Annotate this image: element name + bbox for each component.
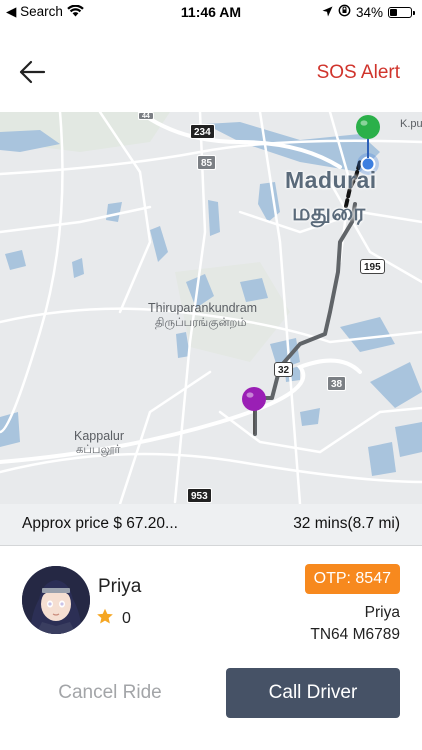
header: SOS Alert	[0, 26, 422, 112]
route-map[interactable]: K.pu Madurai மதுரை Thiruparankundram திர…	[0, 112, 422, 504]
rating-value: 0	[122, 610, 131, 627]
driver-avatar[interactable]	[22, 566, 90, 634]
route-shield: 85	[197, 155, 217, 170]
map-place-label: Kappalur	[74, 429, 125, 443]
map-place-label-tamil: திருப்பரங்குன்றம்	[155, 317, 247, 329]
call-driver-button[interactable]: Call Driver	[226, 668, 400, 718]
sos-alert-button[interactable]: SOS Alert	[317, 62, 400, 84]
map-city-label: Madurai	[285, 167, 377, 193]
location-arrow-icon	[322, 5, 333, 20]
route-shield: 32	[274, 362, 294, 377]
status-bar: ◀ Search 11:46 AM 34%	[0, 0, 422, 26]
driver-rating: 0	[96, 608, 131, 630]
route-shield: 44	[138, 112, 154, 120]
driver-name: Priya	[98, 576, 142, 597]
battery-icon	[388, 6, 415, 18]
map-label-kpu: K.pu	[400, 118, 422, 130]
arrow-left-icon[interactable]	[18, 60, 50, 86]
pickup-pin-icon[interactable]	[355, 114, 381, 144]
driver-card: Priya 0 OTP: 8547 Priya TN64 M6789	[0, 546, 422, 656]
star-icon	[96, 608, 114, 630]
battery-percent: 34%	[355, 4, 383, 20]
cancel-ride-button[interactable]: Cancel Ride	[22, 668, 198, 718]
trip-summary-bar: Approx price $ 67.20... 32 mins(8.7 mi)	[0, 504, 422, 546]
vehicle-plate: TN64 M6789	[310, 626, 400, 643]
drop-pin-icon[interactable]	[241, 386, 267, 436]
ride-actions: Cancel Ride Call Driver	[0, 656, 422, 750]
orientation-lock-icon	[338, 4, 351, 20]
route-shield: 234	[190, 124, 215, 139]
map-city-label-tamil: மதுரை	[292, 199, 366, 225]
trip-eta-distance: 32 mins(8.7 mi)	[293, 515, 400, 532]
vehicle-owner-name: Priya	[364, 604, 400, 621]
map-place-label: Thiruparankundram	[148, 301, 258, 315]
otp-badge: OTP: 8547	[304, 564, 400, 594]
route-shield: 195	[360, 259, 385, 274]
route-shield: 953	[187, 488, 212, 503]
route-shield: 38	[327, 376, 347, 391]
approx-price: Approx price $ 67.20...	[22, 515, 178, 532]
map-place-label-tamil: கப்பலூர்	[76, 444, 121, 456]
